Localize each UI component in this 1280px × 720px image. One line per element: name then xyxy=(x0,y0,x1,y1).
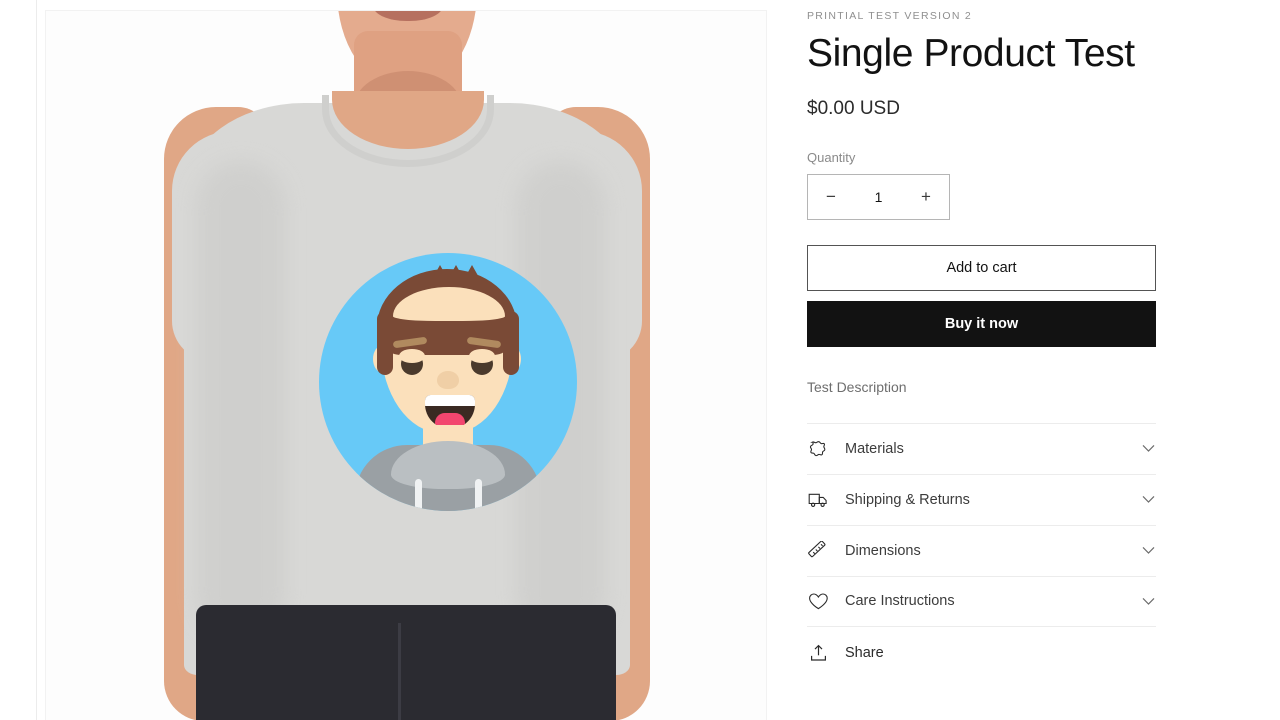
product-page: PRINTIAL TEST VERSION 2 Single Product T… xyxy=(0,0,1280,720)
share-label: Share xyxy=(845,644,884,661)
add-to-cart-button[interactable]: Add to cart xyxy=(807,244,1156,291)
leather-hide-icon xyxy=(807,438,829,460)
accordion-row-shipping-returns[interactable]: Shipping & Returns xyxy=(807,473,1156,525)
accordion-row-care-instructions[interactable]: Care Instructions xyxy=(807,575,1156,627)
buy-it-now-button[interactable]: Buy it now xyxy=(807,300,1156,347)
page-title: Single Product Test xyxy=(807,32,1135,75)
quantity-input[interactable]: 1 xyxy=(854,189,903,205)
avatar-eyelid-right xyxy=(469,349,495,363)
avatar-hair-spike xyxy=(463,265,481,281)
avatar-hair-side-left xyxy=(377,311,393,375)
accordion-label: Materials xyxy=(845,440,904,457)
share-button[interactable]: Share xyxy=(807,627,1157,679)
chevron-down-icon[interactable] xyxy=(1140,597,1156,606)
heart-icon xyxy=(807,590,829,612)
avatar-drawstring-right xyxy=(475,479,482,511)
quantity-stepper[interactable]: − 1 + xyxy=(807,173,950,220)
avatar-nose xyxy=(437,371,459,389)
model-jeans-seam xyxy=(398,623,401,720)
quantity-decrease-button[interactable]: − xyxy=(808,175,854,219)
avatar-hair-side-right xyxy=(503,311,519,375)
avatar-eyelid-left xyxy=(399,349,425,363)
quantity-label: Quantity xyxy=(807,149,856,165)
accordion-label: Care Instructions xyxy=(845,593,955,610)
product-price: $0.00 USD xyxy=(807,97,900,119)
accordion-row-materials[interactable]: Materials xyxy=(807,422,1156,474)
product-image[interactable] xyxy=(46,11,766,720)
chevron-down-icon[interactable] xyxy=(1140,444,1156,453)
chevron-down-icon[interactable] xyxy=(1140,495,1156,504)
accordion-label: Dimensions xyxy=(845,542,921,559)
avatar-drawstring-left xyxy=(415,479,422,511)
page-left-divider xyxy=(36,0,37,720)
avatar-print-graphic xyxy=(319,253,577,511)
product-info: PRINTIAL TEST VERSION 2 Single Product T… xyxy=(807,0,1157,679)
gallery-frame xyxy=(45,10,767,720)
product-vendor: PRINTIAL TEST VERSION 2 xyxy=(807,10,973,22)
share-icon xyxy=(807,642,829,664)
avatar-teeth xyxy=(425,395,475,406)
truck-icon xyxy=(807,489,829,511)
ruler-icon xyxy=(807,540,829,562)
chevron-down-icon[interactable] xyxy=(1140,546,1156,555)
product-description: Test Description xyxy=(807,378,907,395)
model-jeans xyxy=(196,605,616,720)
tshirt-shadow-left xyxy=(196,161,286,641)
product-accordion: Materials Shipping & Returns Dimensions … xyxy=(807,422,1156,627)
product-gallery[interactable] xyxy=(45,10,767,720)
accordion-label: Shipping & Returns xyxy=(845,491,970,508)
quantity-increase-button[interactable]: + xyxy=(903,175,949,219)
accordion-row-dimensions[interactable]: Dimensions xyxy=(807,524,1156,576)
